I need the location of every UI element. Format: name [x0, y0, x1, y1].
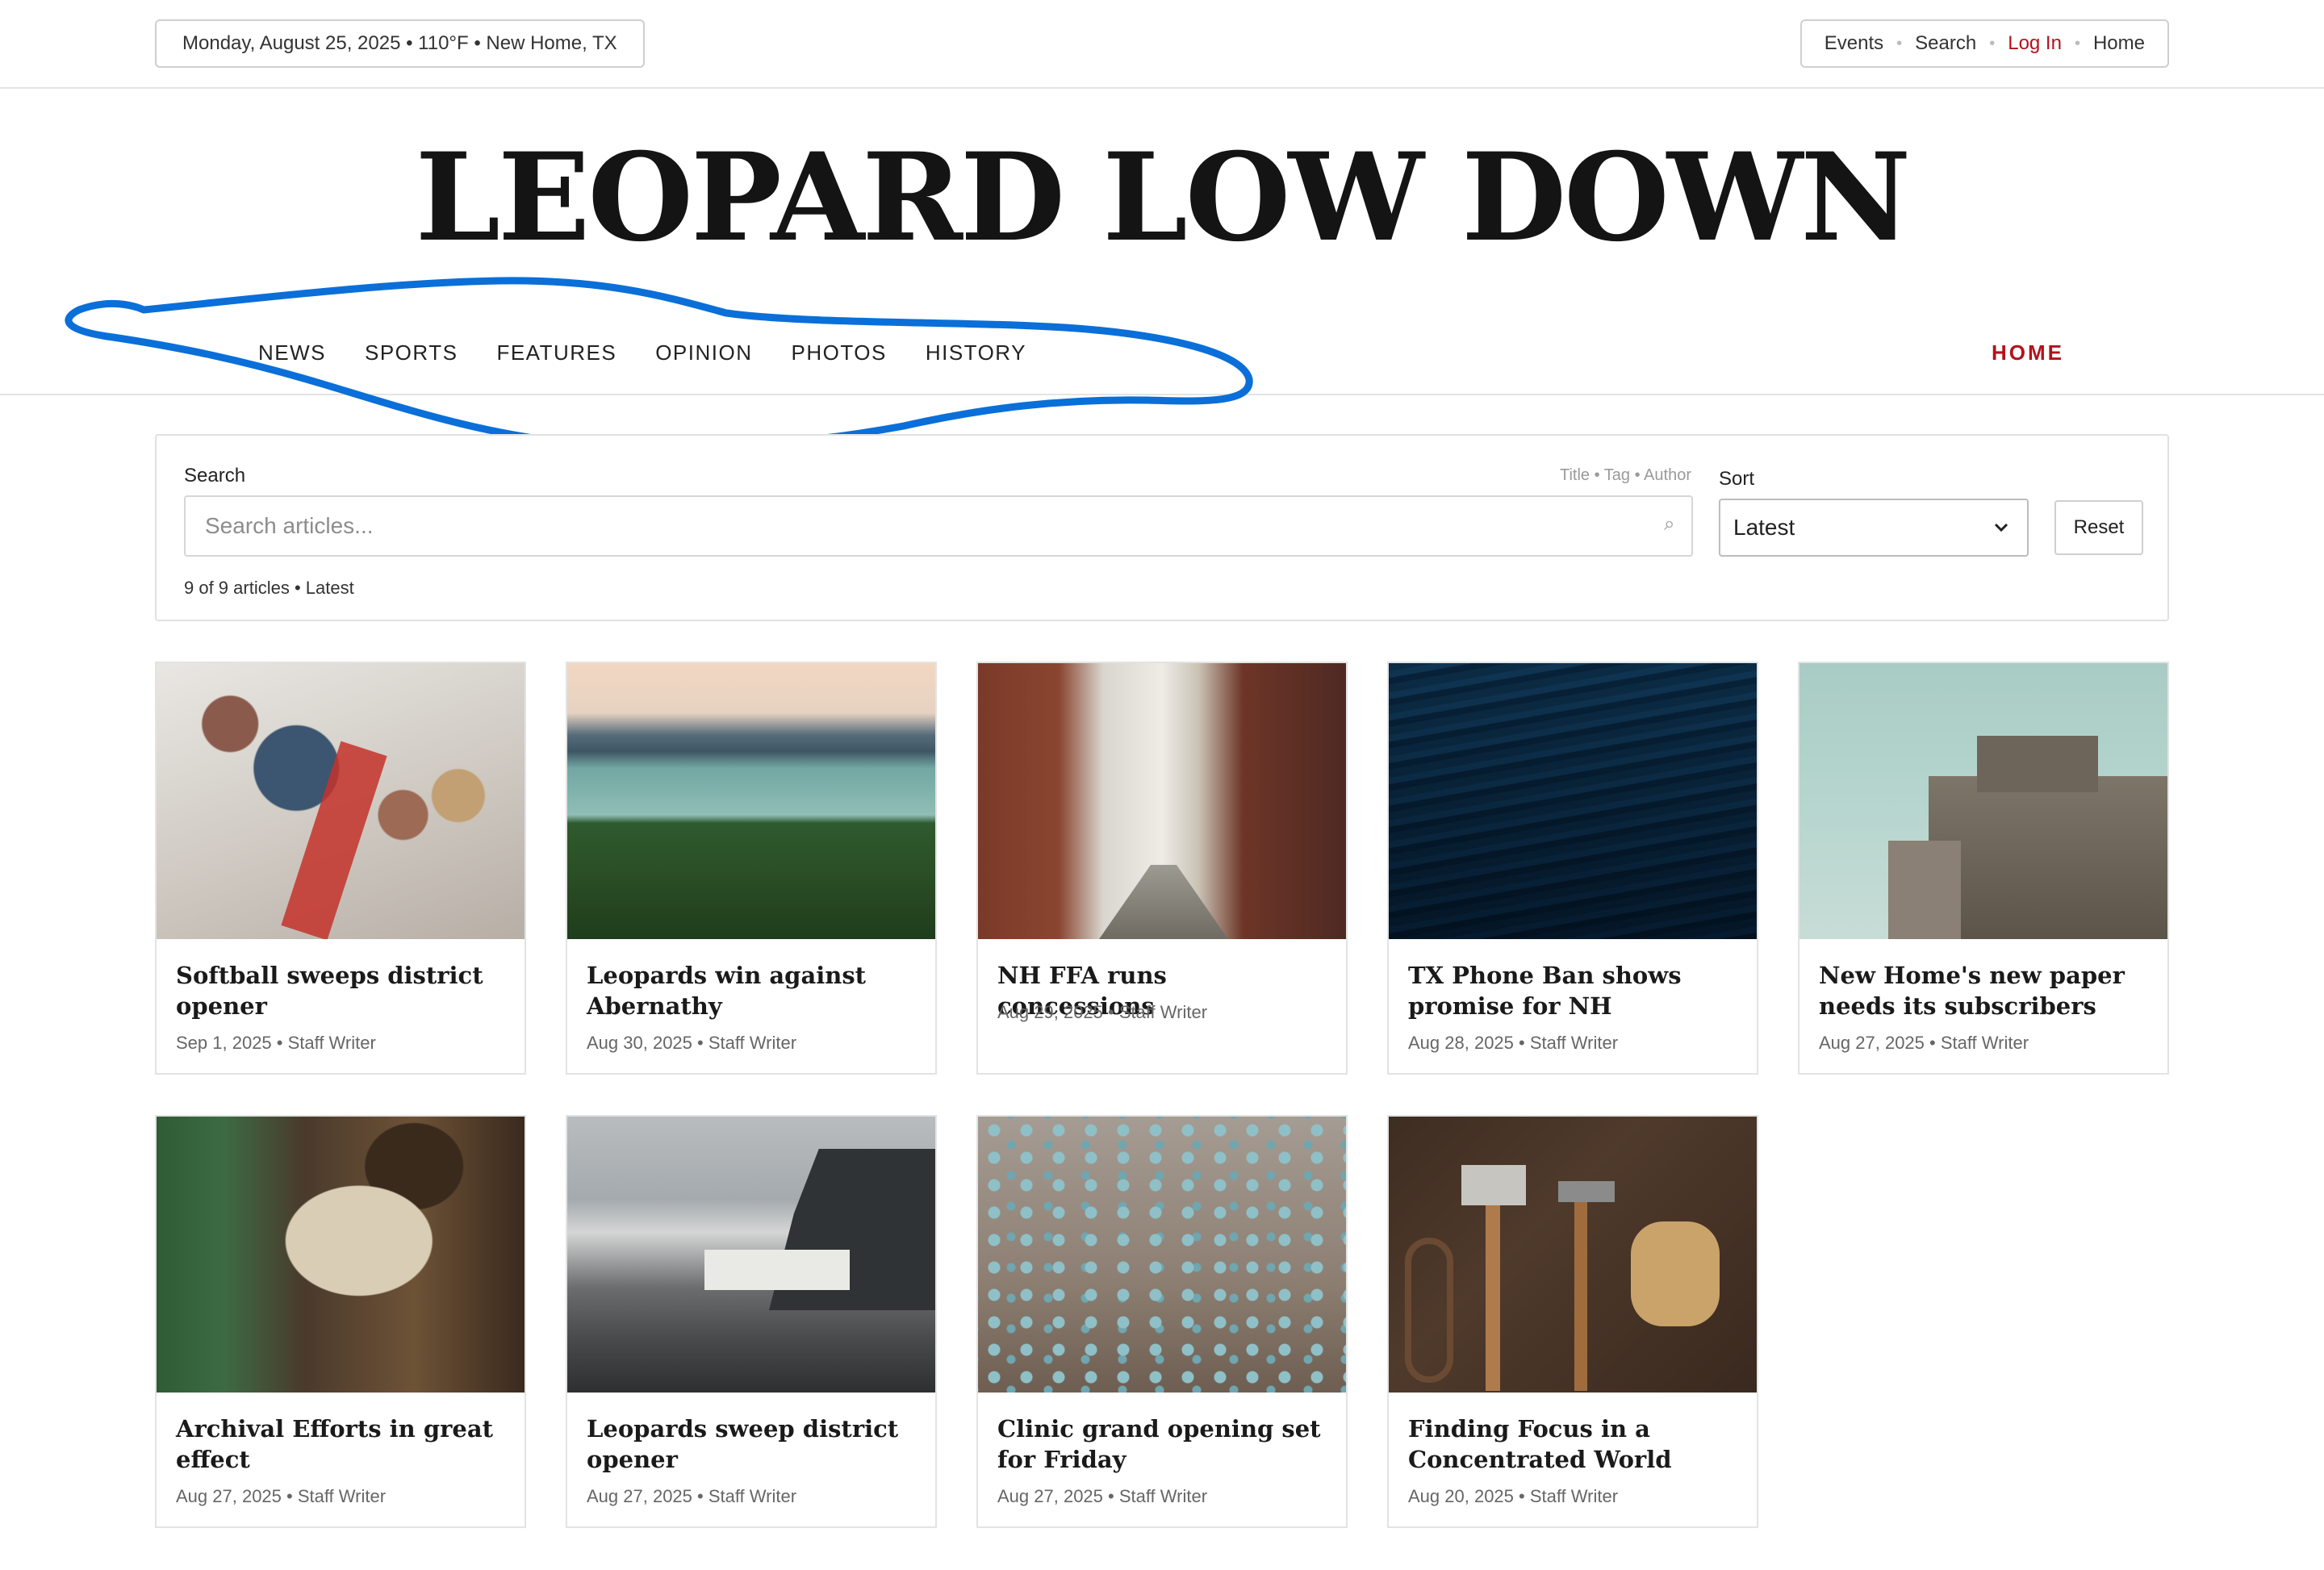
search-input[interactable] — [184, 495, 1693, 557]
article-meta: Aug 27, 2025 • Staff Writer — [587, 1486, 797, 1506]
sort-select[interactable]: Latest — [1719, 499, 2029, 557]
article-image-padlocks[interactable] — [157, 663, 525, 939]
events-link[interactable]: Events — [1821, 32, 1887, 55]
article-image-tools[interactable] — [1389, 1117, 1757, 1393]
article-title[interactable]: Softball sweeps district opener — [176, 960, 508, 1021]
article-image-man[interactable] — [157, 1117, 525, 1393]
main-nav: NEWS SPORTS FEATURES OPINION PHOTOS HIST… — [0, 324, 2324, 395]
search-link[interactable]: Search — [1912, 32, 1979, 55]
article-title[interactable]: New Home's new paper needs its subscribe… — [1819, 960, 2151, 1021]
nav-news[interactable]: NEWS — [258, 340, 326, 365]
article-card[interactable]: Archival Efforts in great effect Aug 27,… — [155, 1115, 526, 1528]
result-count: 9 of 9 articles • Latest — [184, 578, 354, 598]
article-meta: Aug 28, 2025 • Staff Writer — [1408, 1033, 1619, 1053]
article-card[interactable]: NH FFA runs concessions Aug 29, 2025 • S… — [976, 662, 1348, 1075]
search-icon: ⌕ — [1664, 513, 1675, 535]
nav-features[interactable]: FEATURES — [496, 340, 617, 365]
article-card[interactable]: Leopards sweep district opener Aug 27, 2… — [566, 1115, 937, 1528]
login-link[interactable]: Log In — [2004, 32, 2065, 55]
article-grid: Softball sweeps district opener Sep 1, 2… — [155, 662, 2169, 1533]
article-image-water[interactable] — [1389, 663, 1757, 939]
date-weather-box: Monday, August 25, 2025 • 110°F • New Ho… — [155, 19, 645, 68]
search-hint: Title • Tag • Author — [1560, 466, 1691, 484]
sort-label: Sort — [1719, 468, 1755, 490]
nav-items: NEWS SPORTS FEATURES OPINION PHOTOS HIST… — [258, 340, 1026, 365]
search-label: Search — [184, 465, 246, 486]
nav-photos[interactable]: PHOTOS — [792, 340, 887, 365]
article-meta: Aug 29, 2025 • Staff Writer — [997, 1002, 1208, 1022]
nav-sports[interactable]: SPORTS — [365, 340, 458, 365]
article-card[interactable]: Clinic grand opening set for Friday Aug … — [976, 1115, 1348, 1528]
article-image-bunker[interactable] — [1799, 663, 2167, 939]
chevron-down-icon — [1994, 523, 2008, 532]
nav-history[interactable]: HISTORY — [926, 340, 1026, 365]
article-image-droplets[interactable] — [978, 1117, 1346, 1393]
article-image-lake[interactable] — [567, 663, 935, 939]
reset-button[interactable]: Reset — [2054, 500, 2143, 555]
article-title[interactable]: Finding Focus in a Concentrated World — [1408, 1413, 1741, 1475]
article-card[interactable]: Leopards win against Abernathy Aug 30, 2… — [566, 662, 937, 1075]
article-image-alley[interactable] — [978, 663, 1346, 939]
article-meta: Aug 27, 2025 • Staff Writer — [176, 1486, 387, 1506]
article-meta: Aug 20, 2025 • Staff Writer — [1408, 1486, 1619, 1506]
separator-dot: • — [1896, 34, 1903, 52]
article-title[interactable]: Leopards sweep district opener — [587, 1413, 919, 1475]
separator-dot: • — [1989, 34, 1996, 52]
article-card[interactable]: TX Phone Ban shows promise for NH Aug 28… — [1387, 662, 1758, 1075]
home-util-link[interactable]: Home — [2090, 32, 2148, 55]
masthead-title[interactable]: LEOPARD LOW DOWN — [0, 129, 2324, 266]
search-panel: Search Title • Tag • Author ⌕ Sort Lates… — [155, 434, 2169, 621]
article-title[interactable]: Clinic grand opening set for Friday — [997, 1413, 1330, 1475]
article-meta: Aug 27, 2025 • Staff Writer — [1819, 1033, 2029, 1053]
article-card[interactable]: Finding Focus in a Concentrated World Au… — [1387, 1115, 1758, 1528]
sort-selected-value: Latest — [1733, 515, 1795, 540]
separator-dot: • — [2074, 34, 2080, 52]
article-meta: Sep 1, 2025 • Staff Writer — [176, 1033, 376, 1053]
utility-bar: Monday, August 25, 2025 • 110°F • New Ho… — [0, 0, 2324, 89]
nav-home[interactable]: HOME — [1992, 340, 2064, 365]
article-title[interactable]: TX Phone Ban shows promise for NH — [1408, 960, 1741, 1021]
article-card[interactable]: Softball sweeps district opener Sep 1, 2… — [155, 662, 526, 1075]
article-card[interactable]: New Home's new paper needs its subscribe… — [1798, 662, 2169, 1075]
article-title[interactable]: Archival Efforts in great effect — [176, 1413, 508, 1475]
article-meta: Aug 30, 2025 • Staff Writer — [587, 1033, 797, 1053]
utility-links: Events • Search • Log In • Home — [1799, 19, 2169, 68]
article-title[interactable]: Leopards win against Abernathy — [587, 960, 919, 1021]
article-meta: Aug 27, 2025 • Staff Writer — [997, 1486, 1208, 1506]
nav-opinion[interactable]: OPINION — [655, 340, 752, 365]
article-image-coast[interactable] — [567, 1117, 935, 1393]
